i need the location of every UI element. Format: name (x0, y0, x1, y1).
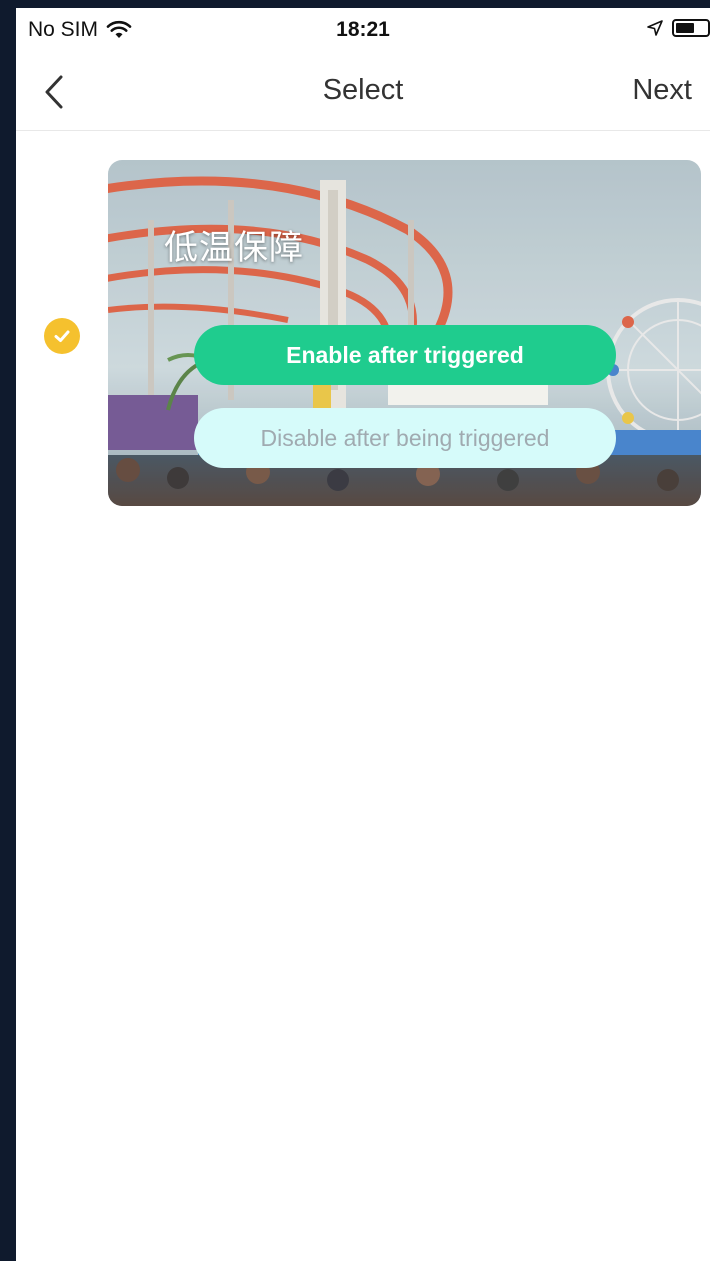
checkmark-icon (54, 330, 70, 342)
clock: 18:21 (336, 18, 390, 41)
phone-screen: No SIM 18:21 Select Next 低温保障 Enable aft… (16, 8, 710, 1261)
location-arrow-icon (647, 20, 663, 36)
status-bar: No SIM 18:21 (16, 8, 710, 52)
enable-after-triggered-button[interactable]: Enable after triggered (194, 325, 616, 385)
status-indicators (646, 19, 710, 37)
disable-after-triggered-button[interactable]: Disable after being triggered (194, 408, 616, 468)
scene-card[interactable]: 低温保障 Enable after triggered Disable afte… (108, 160, 701, 506)
nav-bar: Select Next (16, 52, 710, 131)
battery-icon (672, 19, 710, 37)
page-title: Select (322, 74, 404, 106)
scene-name: 低温保障 (164, 228, 304, 268)
selected-check-icon[interactable] (44, 318, 80, 354)
next-button[interactable]: Next (632, 74, 692, 107)
